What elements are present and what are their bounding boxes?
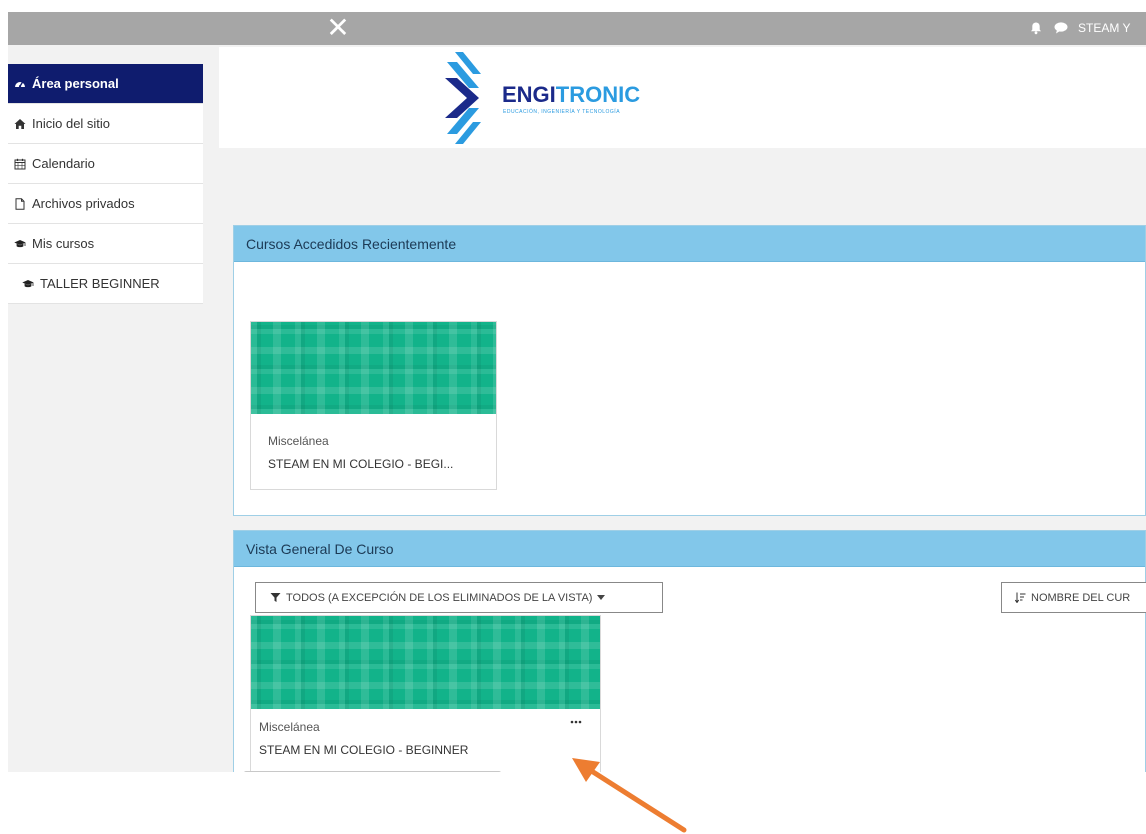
sidebar-item-mis-cursos[interactable]: Mis cursos (8, 224, 203, 264)
course-image[interactable] (251, 322, 496, 414)
chat-icon[interactable] (1053, 21, 1069, 35)
site-header: ENGITRONIC EDUCACIÓN, INGENIERÍA Y TECNO… (219, 47, 1146, 148)
grouping-filter-dropdown[interactable]: TODOS (A EXCEPCIÓN DE LOS ELIMINADOS DE … (255, 582, 663, 613)
filter-icon (270, 593, 281, 602)
sidebar-item-label: Inicio del sitio (32, 116, 111, 131)
sidebar-item-taller-beginner[interactable]: TALLER BEGINNER (8, 264, 203, 304)
sidebar-item-label: Calendario (32, 156, 95, 171)
course-name-link[interactable]: STEAM EN MI COLEGIO - BEGINNER (259, 743, 468, 757)
file-icon (15, 197, 25, 210)
sidebar-item-archivos-privados[interactable]: Archivos privados (8, 184, 203, 224)
graduation-cap-icon (22, 279, 34, 287)
home-icon (14, 118, 26, 129)
logo-wordmark-part2: TRONIC (555, 82, 641, 107)
logo-wordmark: ENGITRONIC (502, 82, 640, 108)
sidebar-item-label: Área personal (32, 76, 119, 91)
course-card[interactable]: Miscelánea STEAM EN MI COLEGIO - BEGINNE… (250, 615, 601, 772)
course-name-link[interactable]: STEAM EN MI COLEGIO - BEGI... (268, 457, 453, 471)
course-category: Miscelánea (259, 720, 320, 734)
sidebar-item-label: TALLER BEGINNER (40, 276, 160, 291)
block-title: Cursos Accedidos Recientemente (234, 226, 1145, 262)
browser-viewport: ✕ STEAM Y Área personal Inicio del sitio (8, 12, 1146, 772)
sidebar-item-inicio[interactable]: Inicio del sitio (8, 104, 203, 144)
more-options-icon[interactable] (569, 717, 583, 727)
engitronic-logo-icon[interactable] (441, 52, 499, 144)
sidebar-item-label: Archivos privados (32, 196, 135, 211)
sidebar-item-area-personal[interactable]: Área personal (8, 64, 203, 104)
sidebar-nav: Área personal Inicio del sitio Calendari… (8, 64, 203, 304)
tachometer-icon (15, 81, 25, 87)
calendar-icon (14, 158, 26, 169)
filter-label: TODOS (A EXCEPCIÓN DE LOS ELIMINADOS DE … (286, 591, 593, 604)
course-overview-block: Vista General De Curso TODOS (A EXCEPCIÓ… (233, 530, 1146, 772)
sidebar-item-label: Mis cursos (32, 236, 95, 251)
annotation-arrow-icon (572, 758, 687, 833)
horizontal-scrollbar[interactable] (244, 771, 501, 772)
logo-tagline: EDUCACIÓN, INGENIERÍA Y TECNOLOGÍA (503, 109, 621, 115)
close-icon[interactable]: ✕ (326, 14, 350, 42)
sidebar-item-calendario[interactable]: Calendario (8, 144, 203, 184)
top-navbar: ✕ STEAM Y (8, 12, 1146, 45)
recent-courses-block: Cursos Accedidos Recientemente Misceláne… (233, 225, 1146, 516)
course-image[interactable] (251, 616, 600, 709)
block-title: Vista General De Curso (234, 531, 1145, 567)
course-category: Miscelánea (268, 434, 329, 448)
sort-label: NOMBRE DEL CUR (1031, 591, 1131, 604)
logo-wordmark-part1: ENGI (502, 82, 556, 107)
sort-dropdown[interactable]: NOMBRE DEL CUR (1001, 582, 1146, 613)
bell-icon[interactable] (1029, 21, 1043, 35)
course-card[interactable]: Miscelánea STEAM EN MI COLEGIO - BEGI... (250, 321, 497, 490)
chevron-down-icon (597, 595, 606, 600)
user-menu[interactable]: STEAM Y (1078, 21, 1130, 35)
sort-alpha-icon (1015, 592, 1026, 603)
graduation-cap-icon (14, 239, 26, 247)
